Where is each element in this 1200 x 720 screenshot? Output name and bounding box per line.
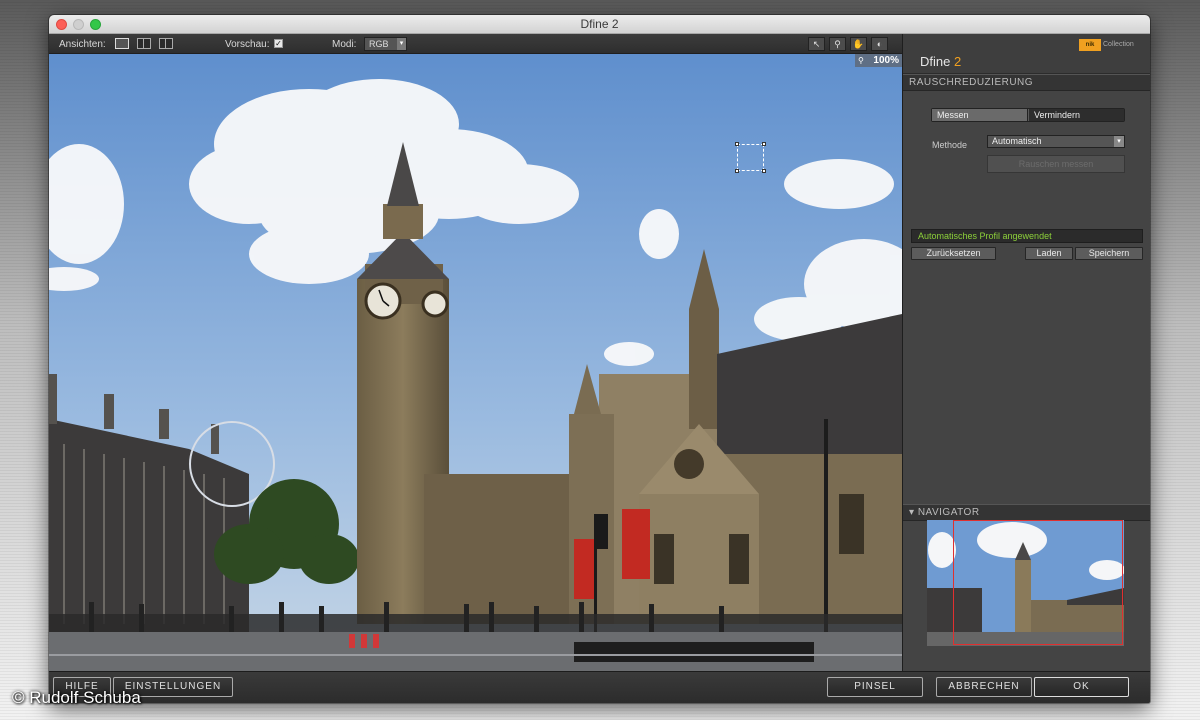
photo-big-ben <box>49 54 902 671</box>
mode-select-value: RGB <box>369 39 389 49</box>
split-view-button[interactable] <box>137 38 151 49</box>
background-color-icon[interactable]: ◐ <box>871 37 888 51</box>
navigator-header[interactable]: ▾ NAVIGATOR <box>903 504 1150 521</box>
method-label: Methode <box>932 140 968 150</box>
nik-collection-label: Collection <box>1103 41 1134 48</box>
zoom-indicator: ⚲ 100% <box>855 54 902 67</box>
mode-select[interactable]: RGB ▾ <box>364 37 407 51</box>
nik-logo: nik <box>1079 39 1101 51</box>
method-select-value: Automatisch <box>992 136 1042 146</box>
copyright-watermark: © Rudolf Schuba <box>12 688 141 707</box>
measure-noise-button[interactable]: Rauschen messen <box>987 155 1125 173</box>
views-label: Ansichten: <box>59 39 106 50</box>
mode-segmented-control: Messen Vermindern <box>931 108 1125 122</box>
magnifier-icon: ⚲ <box>858 56 864 65</box>
measure-tab[interactable]: Messen <box>932 109 1028 121</box>
brand-header: Dfine 2 nik Collection <box>903 34 1150 74</box>
ok-button[interactable]: OK <box>1034 677 1129 697</box>
profile-status: Automatisches Profil angewendet <box>911 229 1143 243</box>
title-bar: Dfine 2 <box>49 15 1150 34</box>
zoom-tool-icon[interactable]: ⚲ <box>829 37 846 51</box>
hand-tool-icon[interactable]: ✋ <box>850 37 867 51</box>
chevron-down-icon: ▾ <box>1114 136 1124 147</box>
method-select[interactable]: Automatisch ▾ <box>987 135 1125 148</box>
single-view-button[interactable] <box>115 38 129 49</box>
mode-label: Modi: <box>332 39 357 50</box>
brush-button[interactable]: PINSEL <box>827 677 923 697</box>
side-by-side-view-button[interactable] <box>159 38 173 49</box>
cancel-button[interactable]: ABBRECHEN <box>936 677 1032 697</box>
chevron-down-icon: ▾ <box>397 38 406 50</box>
reset-button[interactable]: Zurücksetzen <box>911 247 996 260</box>
reduce-tab[interactable]: Vermindern <box>1029 109 1124 121</box>
window-title: Dfine 2 <box>580 17 619 31</box>
minimize-window-button[interactable] <box>73 19 84 30</box>
top-toolbar: Ansichten: Vorschau: ✓ Modi: RGB ▾ ↖ ⚲ ✋… <box>49 34 902 54</box>
load-button[interactable]: Laden <box>1025 247 1073 260</box>
triangle-down-icon: ▾ <box>909 507 918 518</box>
preview-label: Vorschau: <box>225 39 270 50</box>
bottom-bar: HILFE EINSTELLUNGEN PINSEL ABBRECHEN OK <box>49 671 1150 703</box>
settings-panel: Dfine 2 nik Collection RAUSCHREDUZIERUNG… <box>902 34 1150 671</box>
zoom-value: 100% <box>873 55 899 66</box>
preview-checkbox[interactable]: ✓ <box>274 39 283 48</box>
navigator-thumbnail[interactable] <box>927 520 1124 646</box>
maximize-window-button[interactable] <box>90 19 101 30</box>
save-button[interactable]: Speichern <box>1075 247 1143 260</box>
product-name: Dfine 2 <box>920 54 962 69</box>
pointer-tool-icon[interactable]: ↖ <box>808 37 825 51</box>
app-window: Dfine 2 Ansichten: Vorschau: ✓ Modi: RGB… <box>49 15 1150 703</box>
navigator-viewport-frame[interactable] <box>953 520 1123 645</box>
noise-reduction-header[interactable]: RAUSCHREDUZIERUNG <box>903 74 1150 91</box>
close-window-button[interactable] <box>56 19 67 30</box>
measure-selection-box[interactable] <box>735 142 766 173</box>
photo-canvas[interactable]: ⚲ 100% <box>49 54 902 671</box>
